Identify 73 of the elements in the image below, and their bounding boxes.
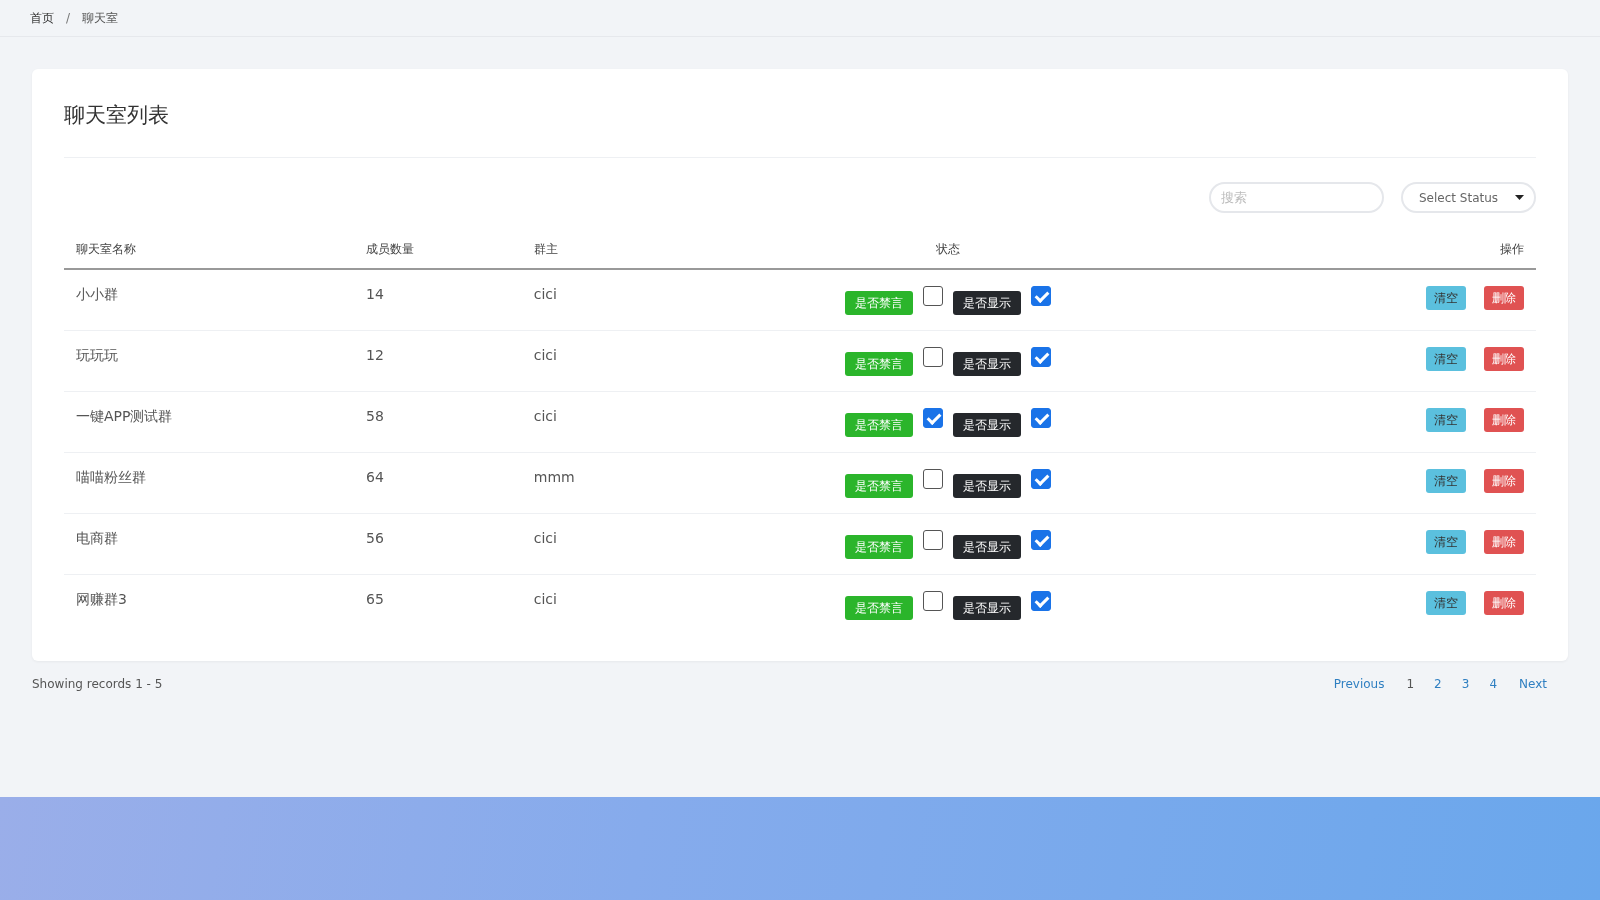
clear-button[interactable]: 清空 (1426, 347, 1466, 371)
table-cell: 64 (353, 452, 522, 514)
table-cell: 喵喵粉丝群 (64, 452, 354, 514)
table-cell: mmm (521, 452, 728, 514)
table-cell: 一键APP测试群 (64, 391, 354, 453)
page-link[interactable]: 3 (1451, 677, 1480, 691)
checkbox[interactable] (922, 469, 943, 489)
status-select[interactable]: Select Status (1401, 182, 1536, 213)
show-button[interactable]: 是否显示 (952, 596, 1021, 620)
show-button[interactable]: 是否显示 (952, 291, 1021, 315)
show-button[interactable]: 是否显示 (952, 535, 1021, 559)
checkbox[interactable] (1030, 286, 1051, 306)
column-header: 操作 (1168, 231, 1536, 269)
page-link[interactable]: 4 (1479, 677, 1508, 691)
table-cell: cici (521, 391, 728, 453)
pagination-link[interactable]: Previous (1321, 677, 1397, 691)
show-button[interactable]: 是否显示 (952, 352, 1021, 376)
mute-button[interactable]: 是否禁言 (844, 596, 913, 620)
delete-button[interactable]: 删除 (1484, 530, 1524, 554)
delete-button[interactable]: 删除 (1484, 591, 1524, 615)
checkbox[interactable] (1030, 591, 1051, 611)
column-header: 群主 (521, 231, 728, 269)
checkbox[interactable] (922, 408, 943, 428)
delete-button[interactable]: 删除 (1484, 286, 1524, 310)
checkbox[interactable] (922, 591, 943, 611)
card-title: 聊天室列表 (64, 97, 1536, 158)
breadcrumb-current: 聊天室 (82, 9, 119, 27)
table-cell: 小小群 (64, 269, 354, 331)
checkbox[interactable] (922, 286, 943, 306)
clear-button[interactable]: 清空 (1426, 408, 1466, 432)
table-cell: 玩玩玩 (64, 330, 354, 392)
checkbox[interactable] (922, 530, 943, 550)
column-header: 状态 (727, 231, 1168, 269)
show-button[interactable]: 是否显示 (952, 413, 1021, 437)
checkbox[interactable] (1030, 469, 1051, 489)
table-cell: 12 (353, 330, 522, 392)
caret-icon (1515, 195, 1524, 200)
delete-button[interactable]: 删除 (1484, 408, 1524, 432)
checkbox[interactable] (922, 347, 943, 367)
table-cell: 网赚群3 (64, 574, 354, 635)
table-cell: cici (521, 513, 728, 575)
table-cell: cici (521, 269, 728, 331)
clear-button[interactable]: 清空 (1426, 591, 1466, 615)
checkbox[interactable] (1030, 408, 1051, 428)
pagination-link[interactable]: Next (1507, 677, 1559, 691)
table-cell: 65 (353, 574, 522, 635)
breadcrumb-link[interactable]: 首页 (30, 9, 54, 27)
clear-button[interactable]: 清空 (1426, 469, 1466, 493)
table-cell: 58 (353, 391, 522, 453)
page-link[interactable]: 1 (1396, 677, 1425, 691)
checkbox[interactable] (1030, 530, 1051, 550)
show-button[interactable]: 是否显示 (952, 474, 1021, 498)
page-link[interactable]: 2 (1424, 677, 1452, 691)
records-text: Showing records 1 - 5 (32, 677, 163, 691)
mute-button[interactable]: 是否禁言 (844, 413, 913, 437)
delete-button[interactable]: 删除 (1484, 347, 1524, 371)
clear-button[interactable]: 清空 (1426, 530, 1466, 554)
mute-button[interactable]: 是否禁言 (844, 352, 913, 376)
breadcrumb-separator: / (66, 11, 71, 25)
clear-button[interactable]: 清空 (1426, 286, 1466, 310)
column-header: 聊天室名称 (64, 231, 354, 269)
column-header: 成员数量 (353, 231, 522, 269)
delete-button[interactable]: 删除 (1484, 469, 1524, 493)
table-cell: 56 (353, 513, 522, 575)
table-cell: cici (521, 330, 728, 392)
mute-button[interactable]: 是否禁言 (844, 474, 913, 498)
table-cell: cici (521, 574, 728, 635)
table-cell: 14 (353, 269, 522, 331)
table-cell: 电商群 (64, 513, 354, 575)
search-field[interactable]: 搜索 (1209, 182, 1384, 213)
mute-button[interactable]: 是否禁言 (844, 535, 913, 559)
mute-button[interactable]: 是否禁言 (844, 291, 913, 315)
checkbox[interactable] (1030, 347, 1051, 367)
